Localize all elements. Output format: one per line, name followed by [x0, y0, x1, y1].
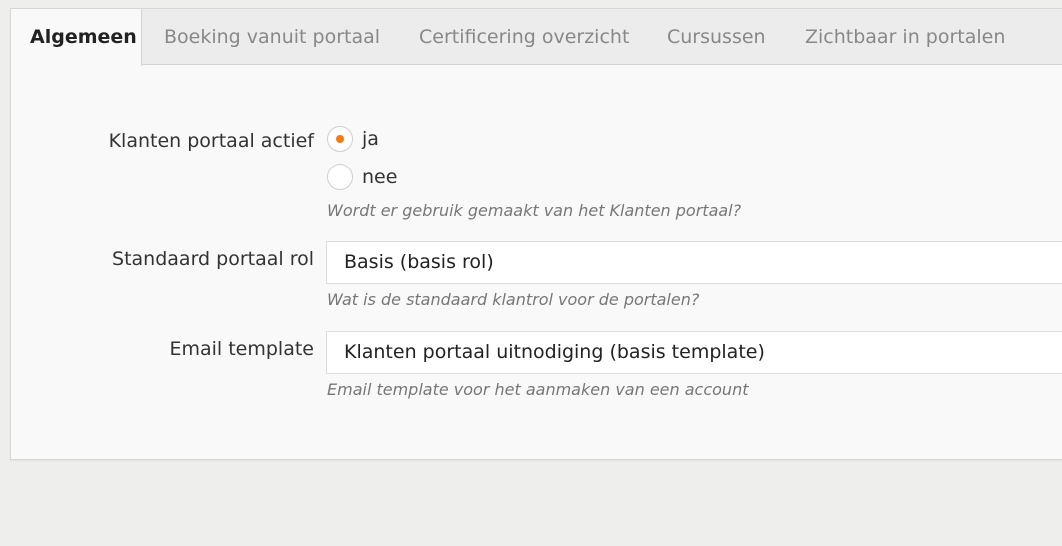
- tab-zichtbaar-in-portalen[interactable]: Zichtbaar in portalen: [805, 9, 1005, 65]
- email-template-select[interactable]: Klanten portaal uitnodiging (basis templ…: [326, 331, 1062, 374]
- email-template-label: Email template: [169, 338, 314, 360]
- default-role-label: Standaard portaal rol: [112, 248, 314, 270]
- email-template-help: Email template voor het aanmaken van een…: [327, 380, 749, 399]
- portal-active-help: Wordt er gebruik gemaakt van het Klanten…: [327, 201, 742, 220]
- default-role-help: Wat is de standaard klantrol voor de por…: [327, 290, 700, 309]
- radio-selected-dot: [336, 135, 344, 143]
- tab-certificering-overzicht[interactable]: Certificering overzicht: [419, 9, 629, 65]
- tab-boeking-vanuit-portaal[interactable]: Boeking vanuit portaal: [164, 9, 380, 65]
- radio-button-ja[interactable]: [327, 126, 353, 152]
- tab-cursussen[interactable]: Cursussen: [667, 9, 766, 65]
- default-role-select[interactable]: Basis (basis rol): [326, 241, 1062, 284]
- radio-label-ja: ja: [362, 128, 379, 150]
- settings-panel: Algemeen Boeking vanuit portaal Certific…: [10, 8, 1062, 460]
- radio-option-nee[interactable]: nee: [327, 163, 397, 191]
- radio-button-nee[interactable]: [327, 164, 353, 190]
- radio-label-nee: nee: [362, 166, 398, 188]
- tab-bar: Algemeen Boeking vanuit portaal Certific…: [11, 9, 1062, 66]
- portal-active-label: Klanten portaal actief: [108, 130, 314, 152]
- radio-option-ja[interactable]: ja: [327, 125, 379, 153]
- tab-algemeen[interactable]: Algemeen: [11, 9, 142, 66]
